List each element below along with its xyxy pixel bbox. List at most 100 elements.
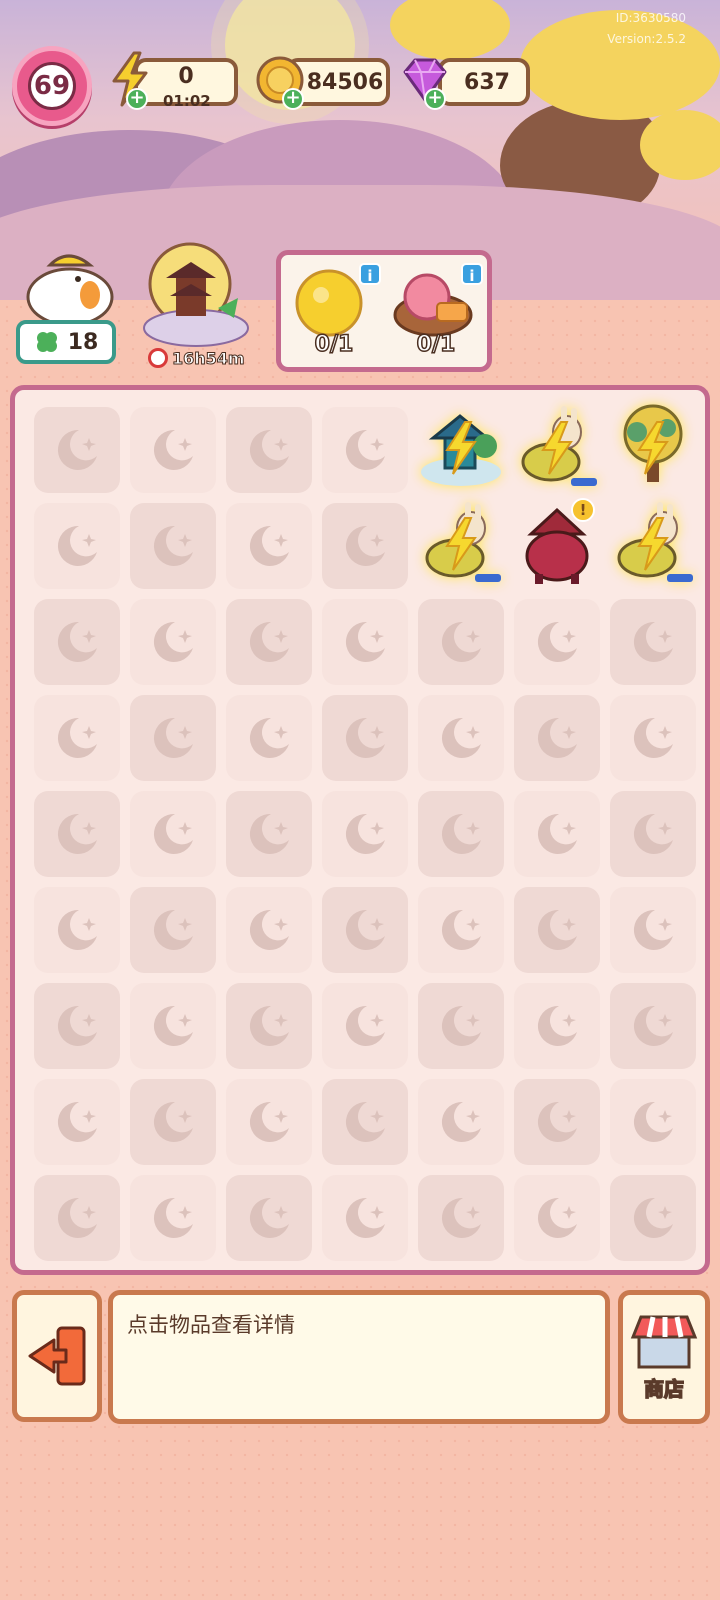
moon-star-icon (322, 407, 408, 493)
board-cell-empty[interactable] (317, 882, 413, 978)
board-cell-item[interactable] (605, 402, 701, 498)
add-coins-button[interactable]: + (282, 88, 304, 110)
moon-star-icon (610, 791, 696, 877)
add-gems-button[interactable]: + (424, 88, 446, 110)
board-cell-empty[interactable] (125, 402, 221, 498)
board-cell-empty[interactable] (29, 402, 125, 498)
board-cell-empty[interactable] (29, 786, 125, 882)
board-cell-item[interactable] (509, 402, 605, 498)
board-cell-empty[interactable] (413, 1170, 509, 1266)
board-cell-empty[interactable] (29, 1170, 125, 1266)
board-cell-empty[interactable] (605, 1170, 701, 1266)
board-cell-empty[interactable] (221, 402, 317, 498)
level-badge[interactable]: 69 (12, 46, 92, 126)
board-cell-empty[interactable] (29, 498, 125, 594)
board-cell-empty[interactable] (413, 882, 509, 978)
moon-pagoda-event-icon[interactable] (138, 240, 254, 350)
order-slot[interactable]: i 0/1 (287, 263, 381, 363)
moon-star-icon (34, 695, 120, 781)
board-cell-empty[interactable] (125, 978, 221, 1074)
board-cell-empty[interactable] (509, 786, 605, 882)
board-cell-empty[interactable] (413, 1074, 509, 1170)
moon-star-icon (130, 1175, 216, 1261)
moon-star-icon (322, 1079, 408, 1165)
moon-star-icon (610, 983, 696, 1069)
energized-lightning-icon (635, 516, 671, 576)
board-cell-empty[interactable] (605, 594, 701, 690)
coin-value: 84506 (306, 69, 384, 95)
exit-button[interactable] (12, 1290, 102, 1422)
moon-star-icon (514, 1079, 600, 1165)
board-cell-empty[interactable] (317, 1074, 413, 1170)
board-cell-empty[interactable] (221, 1170, 317, 1266)
board-cell-empty[interactable] (509, 594, 605, 690)
add-energy-button[interactable]: + (126, 88, 148, 110)
board-cell-empty[interactable] (413, 690, 509, 786)
board-cell-empty[interactable] (125, 786, 221, 882)
board-cell-empty[interactable] (509, 1074, 605, 1170)
moon-star-icon (610, 599, 696, 685)
moon-star-icon (322, 791, 408, 877)
moon-star-icon (226, 1175, 312, 1261)
board-cell-empty[interactable] (509, 1170, 605, 1266)
event-timer: 16h54m (148, 348, 245, 368)
moon-star-icon (34, 1079, 120, 1165)
moon-star-icon (130, 503, 216, 589)
board-cell-empty[interactable] (413, 594, 509, 690)
board-cell-empty[interactable] (221, 594, 317, 690)
moon-star-icon (226, 1079, 312, 1165)
shop-button[interactable]: 商店 (618, 1290, 710, 1424)
board-cell-empty[interactable] (317, 690, 413, 786)
board-cell-empty[interactable] (317, 594, 413, 690)
board-cell-item[interactable] (413, 498, 509, 594)
order-slot[interactable]: i 0/1 (389, 263, 483, 363)
board-cell-empty[interactable] (317, 498, 413, 594)
board-cell-empty[interactable] (125, 594, 221, 690)
board-cell-item[interactable] (413, 402, 509, 498)
board-cell-empty[interactable] (605, 690, 701, 786)
board-cell-empty[interactable] (413, 978, 509, 1074)
board-cell-empty[interactable] (221, 978, 317, 1074)
board-cell-empty[interactable] (509, 978, 605, 1074)
board-cell-empty[interactable] (29, 594, 125, 690)
energized-lightning-icon (635, 420, 671, 480)
board-cell-empty[interactable] (413, 786, 509, 882)
board-cell-empty[interactable] (125, 690, 221, 786)
board-cell-empty[interactable] (605, 882, 701, 978)
board-cell-empty[interactable] (221, 882, 317, 978)
moon-star-icon (418, 695, 504, 781)
chicken-mascot-icon[interactable] (20, 245, 116, 327)
board-cell-empty[interactable] (221, 1074, 317, 1170)
board-cell-empty[interactable] (317, 1170, 413, 1266)
exit-icon (28, 1326, 86, 1386)
board-cell-empty[interactable] (605, 978, 701, 1074)
board-cell-empty[interactable] (317, 786, 413, 882)
order-info-button[interactable]: i (461, 263, 483, 285)
board-cell-empty[interactable] (221, 690, 317, 786)
board-cell-empty[interactable] (221, 786, 317, 882)
board-cell-item[interactable]: ! (509, 498, 605, 594)
order-info-button[interactable]: i (359, 263, 381, 285)
moon-star-icon (34, 407, 120, 493)
board-cell-empty[interactable] (509, 690, 605, 786)
board-cell-empty[interactable] (29, 690, 125, 786)
moon-star-icon (34, 599, 120, 685)
moon-star-icon (34, 503, 120, 589)
board-cell-empty[interactable] (29, 978, 125, 1074)
board-cell-empty[interactable] (125, 498, 221, 594)
board-cell-empty[interactable] (221, 498, 317, 594)
board-cell-empty[interactable] (125, 1170, 221, 1266)
board-cell-empty[interactable] (125, 882, 221, 978)
order-progress: 0/1 (416, 331, 456, 358)
board-cell-empty[interactable] (317, 978, 413, 1074)
board-cell-empty[interactable] (605, 786, 701, 882)
board-cell-empty[interactable] (509, 882, 605, 978)
board-cell-empty[interactable] (29, 1074, 125, 1170)
board-cell-empty[interactable] (125, 1074, 221, 1170)
board-cell-item[interactable] (605, 498, 701, 594)
clover-counter[interactable]: 18 (16, 320, 116, 364)
board-cell-empty[interactable] (29, 882, 125, 978)
version-info: ID:3630580 Version:2.5.2 (607, 8, 686, 50)
board-cell-empty[interactable] (605, 1074, 701, 1170)
board-cell-empty[interactable] (317, 402, 413, 498)
